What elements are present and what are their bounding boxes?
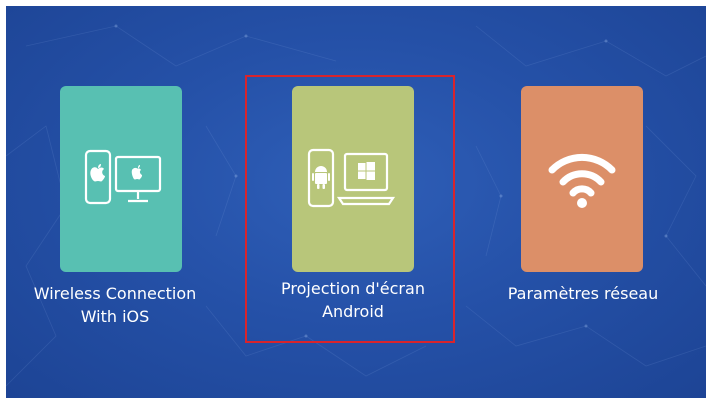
wifi-icon <box>546 148 618 210</box>
network-settings-label: Paramètres réseau <box>488 282 678 305</box>
network-settings-label-line1: Paramètres réseau <box>507 284 659 303</box>
network-settings-tile[interactable] <box>521 86 643 272</box>
wireless-ios-label-line1: Wireless Connection <box>33 284 197 303</box>
wireless-ios-label: Wireless Connection With iOS <box>10 282 220 328</box>
wireless-ios-tile[interactable] <box>60 86 182 272</box>
selection-highlight <box>245 75 455 343</box>
wireless-ios-label-line2: With iOS <box>80 307 150 326</box>
apple-devices-icon <box>76 149 166 209</box>
